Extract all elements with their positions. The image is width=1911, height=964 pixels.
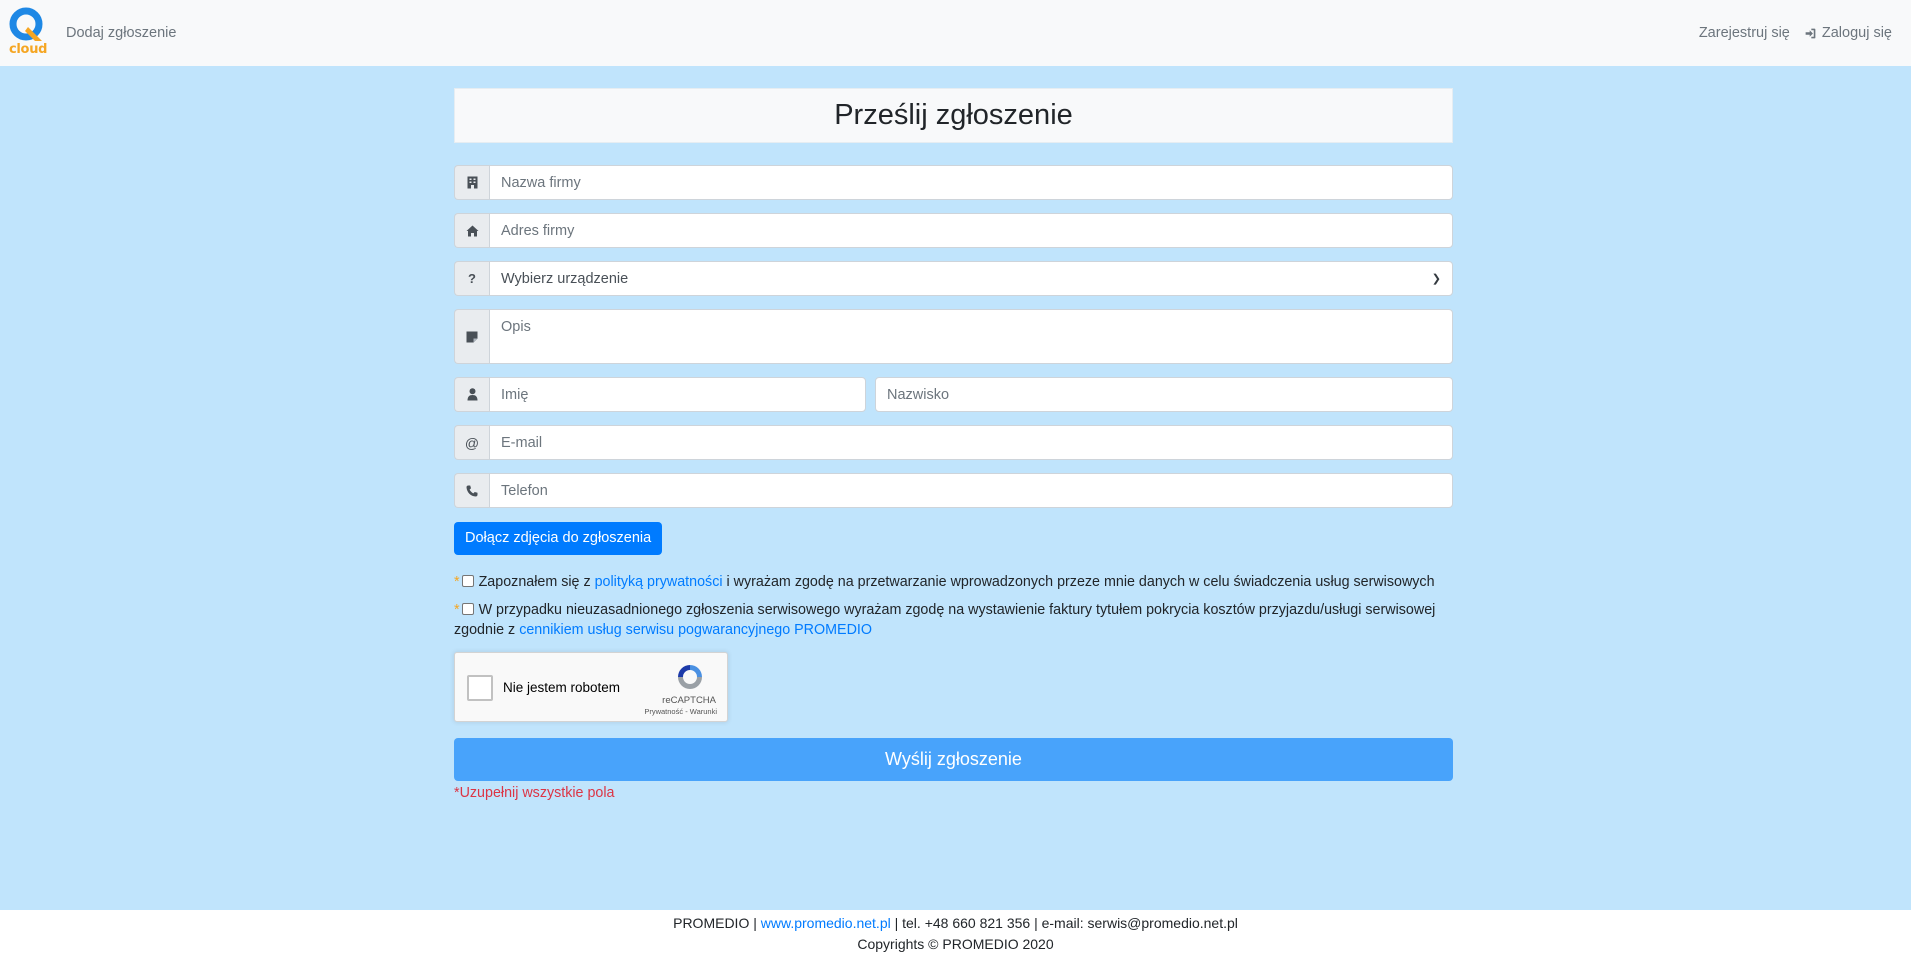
device-select-value: Wybierz urządzenie (501, 270, 629, 287)
privacy-consent: * Zapoznałem się z polityką prywatności i… (454, 572, 1453, 592)
company-name-group (454, 165, 1453, 200)
name-group (454, 377, 1453, 412)
ticket-form: Prześlij zgłoszenie ? Wybierz urządzenie… (454, 88, 1453, 801)
first-name-input[interactable] (489, 377, 866, 412)
logo-q-icon (9, 7, 43, 41)
sign-in-icon (1805, 28, 1816, 38)
nav-register[interactable]: Zarejestruj się (1699, 25, 1790, 41)
recaptcha-label: Nie jestem robotem (503, 680, 621, 695)
chevron-down-icon: ❯ (1431, 273, 1441, 285)
last-name-input[interactable] (875, 377, 1453, 412)
company-address-input[interactable] (489, 213, 1453, 248)
nav-add-ticket[interactable]: Dodaj zgłoszenie (66, 25, 176, 41)
nav-right: Zarejestruj się Zaloguj się (1699, 25, 1892, 41)
company-address-group (454, 213, 1453, 248)
email-input[interactable] (489, 425, 1453, 460)
logo-text: cloud (9, 42, 48, 57)
qcloud-logo[interactable]: cloud (8, 5, 48, 61)
privacy-policy-link[interactable]: polityką prywatności (595, 574, 723, 590)
submit-button[interactable]: Wyślij zgłoszenie (454, 738, 1453, 781)
page-title: Prześlij zgłoszenie (834, 99, 1073, 131)
description-textarea[interactable] (489, 309, 1453, 364)
form-header: Prześlij zgłoszenie (454, 88, 1453, 143)
footer-website-link[interactable]: www.promedio.net.pl (761, 915, 891, 931)
phone-group (454, 473, 1453, 508)
user-icon (454, 377, 489, 412)
recaptcha-terms[interactable]: Prywatność - Warunki (644, 707, 717, 716)
required-asterisk: * (454, 574, 460, 590)
nav-login-label: Zaloguj się (1821, 25, 1892, 41)
sticky-note-icon (454, 309, 489, 364)
description-group (454, 309, 1453, 364)
at-icon: @ (454, 425, 489, 460)
home-icon (454, 213, 489, 248)
invoice-checkbox[interactable] (461, 603, 474, 615)
navbar: cloud Dodaj zgłoszenie Zarejestruj się Z… (0, 0, 1911, 66)
phone-icon (454, 473, 489, 508)
nav-login[interactable]: Zaloguj się (1804, 25, 1892, 41)
footer-copyright: Copyrights © PROMEDIO 2020 (857, 936, 1054, 952)
price-list-link[interactable]: cennikiem usług serwisu pogwarancyjnego … (519, 622, 872, 638)
validation-error: *Uzupełnij wszystkie pola (454, 785, 615, 801)
recaptcha-checkbox[interactable] (467, 675, 493, 701)
required-asterisk: * (454, 602, 460, 618)
nav-register-label: Zarejestruj się (1698, 25, 1790, 41)
question-icon: ? (454, 261, 489, 296)
recaptcha-widget: Nie jestem robotem reCAPTCHA Prywatność … (454, 652, 728, 722)
privacy-text-after: i wyrażam zgodę na przetwarzanie wprowad… (722, 574, 1435, 590)
privacy-text-before: Zapoznałem się z (478, 574, 595, 590)
footer: PROMEDIO | www.promedio.net.pl | tel. +4… (0, 910, 1911, 964)
email-group: @ (454, 425, 1453, 460)
footer-contact-info: | tel. +48 660 821 356 | e-mail: serwis@… (890, 915, 1238, 931)
attach-photos-button[interactable]: Dołącz zdjęcia do zgłoszenia (454, 522, 663, 555)
privacy-checkbox[interactable] (461, 575, 474, 587)
footer-contact: PROMEDIO | www.promedio.net.pl | tel. +4… (0, 913, 1911, 934)
building-icon (454, 165, 489, 200)
phone-input[interactable] (489, 473, 1453, 508)
invoice-consent: * W przypadku nieuzasadnionego zgłoszenia… (454, 600, 1453, 640)
recaptcha-icon (678, 665, 702, 689)
device-select[interactable]: Wybierz urządzenie ❯ (489, 261, 1453, 296)
recaptcha-brand: reCAPTCHA (662, 695, 716, 706)
device-select-group: ? Wybierz urządzenie ❯ (454, 261, 1453, 296)
company-name-input[interactable] (489, 165, 1453, 200)
footer-company: PROMEDIO | (673, 915, 761, 931)
